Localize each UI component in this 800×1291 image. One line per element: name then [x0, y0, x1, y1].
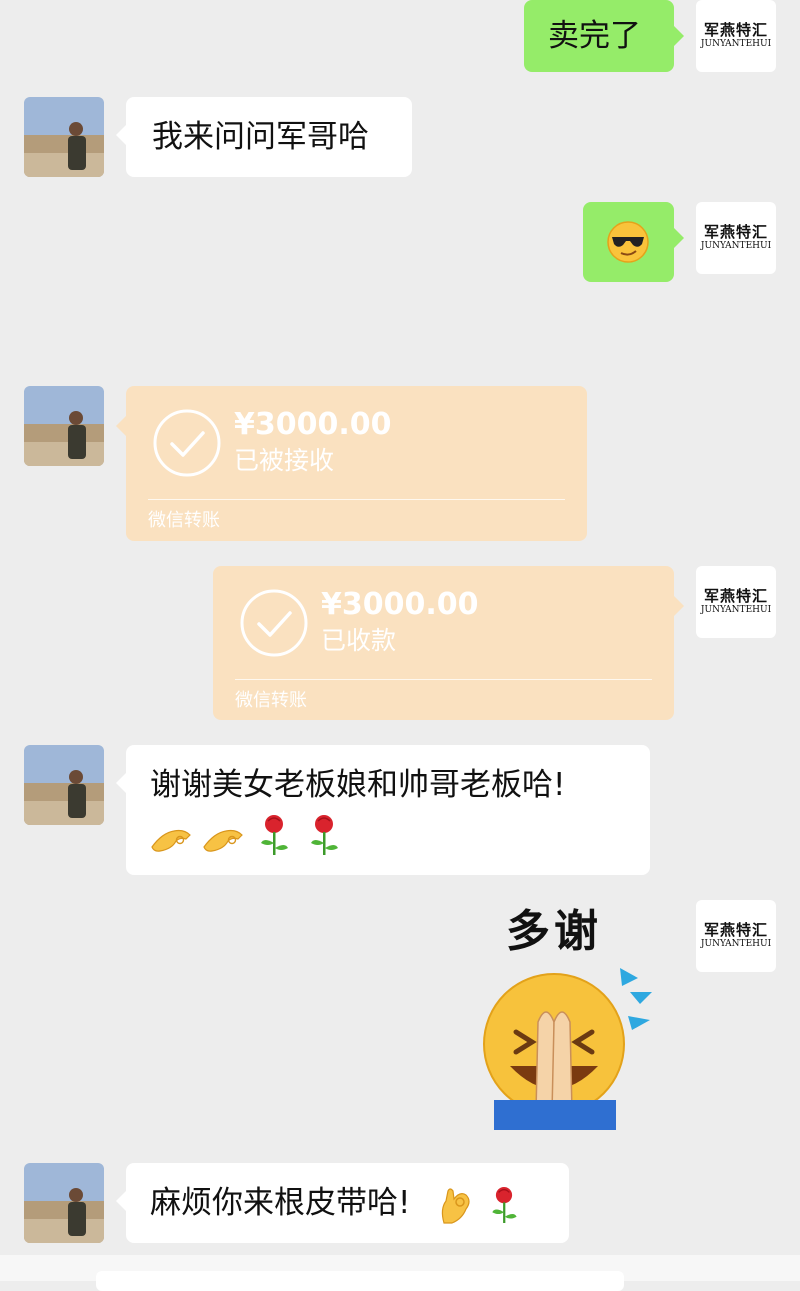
- sticker-caption: 多谢: [506, 906, 602, 957]
- check-circle-icon: [153, 409, 221, 477]
- avatar-brand-cn: 军燕特汇: [703, 21, 768, 39]
- emoji-row: [150, 811, 650, 855]
- message-input[interactable]: [96, 1271, 624, 1291]
- transfer-footer: 微信转账: [148, 510, 220, 531]
- transfer-footer: 微信转账: [235, 690, 307, 711]
- ok-hand-emoji-icon: [442, 1187, 470, 1224]
- message-text: 我来问问军哥哈: [152, 119, 369, 155]
- rose-emoji-icon: [310, 814, 338, 855]
- sticker-message[interactable]: 多谢: [480, 900, 670, 1135]
- avatar-brand-en: JUNYANTEHUI: [700, 605, 772, 615]
- message-bubble-received[interactable]: 我来问问军哥哈: [116, 97, 412, 177]
- check-circle-icon: [240, 589, 308, 657]
- message-bubble-received[interactable]: 麻烦你来根皮带哈!: [116, 1163, 569, 1243]
- contact-avatar[interactable]: [24, 97, 104, 177]
- ok-hand-emoji-icon: [151, 829, 191, 852]
- transfer-status: 已被接收: [234, 446, 335, 475]
- rose-emoji-icon: [260, 814, 288, 855]
- my-avatar[interactable]: 军燕特汇 JUNYANTEHUI: [696, 202, 776, 274]
- message-bubble-received[interactable]: 谢谢美女老板娘和帅哥老板哈!: [116, 745, 650, 875]
- avatar-brand-en: JUNYANTEHUI: [700, 39, 772, 49]
- ok-hand-emoji-icon: [203, 829, 243, 852]
- message-bubble-sent[interactable]: 卖完了: [524, 0, 684, 72]
- message-text: 谢谢美女老板娘和帅哥老板哈!: [150, 767, 566, 803]
- avatar-brand-cn: 军燕特汇: [703, 921, 768, 939]
- message-text: 麻烦你来根皮带哈!: [150, 1185, 411, 1221]
- message-bubble-sent[interactable]: [583, 202, 684, 282]
- transfer-amount: ¥3000.00: [321, 587, 479, 622]
- transfer-card-received[interactable]: ¥3000.00 已被接收 微信转账: [116, 386, 587, 541]
- sunglasses-emoji-icon: [607, 221, 649, 263]
- avatar-brand-cn: 军燕特汇: [703, 223, 768, 241]
- transfer-amount: ¥3000.00: [234, 407, 392, 442]
- transfer-status: 已收款: [321, 626, 397, 655]
- contact-avatar[interactable]: [24, 386, 104, 466]
- grateful-praying-face-sticker-icon: [483, 968, 652, 1130]
- transfer-card-sent[interactable]: ¥3000.00 已收款 微信转账: [213, 566, 684, 720]
- rose-emoji-icon: [492, 1186, 517, 1223]
- divider: [235, 679, 652, 680]
- my-avatar[interactable]: 军燕特汇 JUNYANTEHUI: [696, 566, 776, 638]
- avatar-brand-cn: 军燕特汇: [703, 587, 768, 605]
- message-text: 卖完了: [548, 18, 641, 54]
- my-avatar[interactable]: 军燕特汇 JUNYANTEHUI: [696, 0, 776, 72]
- avatar-brand-en: JUNYANTEHUI: [700, 241, 772, 251]
- contact-avatar[interactable]: [24, 745, 104, 825]
- avatar-brand-en: JUNYANTEHUI: [700, 939, 772, 949]
- divider: [148, 499, 565, 500]
- input-bar: [0, 1255, 800, 1291]
- my-avatar[interactable]: 军燕特汇 JUNYANTEHUI: [696, 900, 776, 972]
- contact-avatar[interactable]: [24, 1163, 104, 1243]
